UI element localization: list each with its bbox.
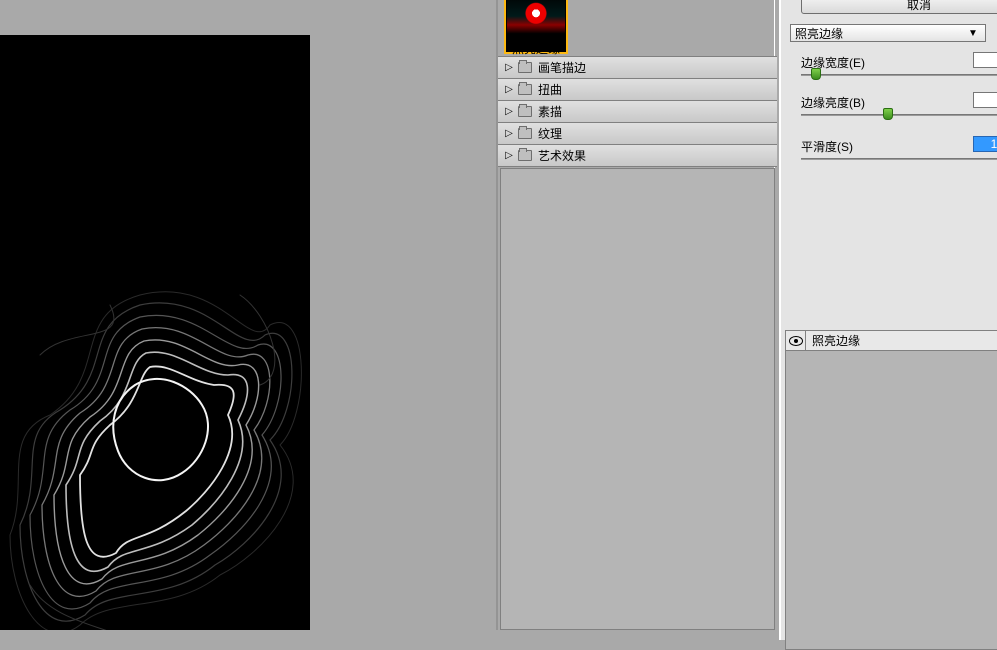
folder-icon (518, 128, 532, 139)
folder-artistic[interactable]: ▷ 艺术效果 (498, 145, 777, 167)
param-label: 边缘亮度(B) (801, 96, 865, 110)
param-smoothness: 平滑度(S) 15 (801, 138, 997, 155)
folder-icon (518, 84, 532, 95)
folder-texture[interactable]: ▷ 纹理 (498, 123, 777, 145)
eye-icon (789, 336, 803, 346)
filter-thumbnail-label: 照亮边缘 (504, 40, 568, 57)
folder-label: 艺术效果 (538, 147, 586, 164)
effect-layer-row[interactable]: 照亮边缘 (786, 331, 997, 351)
chevron-right-icon: ▷ (504, 128, 514, 139)
param-value-input[interactable]: 1 (973, 52, 997, 68)
folder-distort[interactable]: ▷ 扭曲 (498, 79, 777, 101)
param-label: 平滑度(S) (801, 140, 853, 154)
chevron-right-icon: ▷ (504, 62, 514, 73)
filter-gallery-panel: 照亮边缘 ▷ 画笔描边 ▷ 扭曲 ▷ 素描 ▷ 纹理 ▷ 艺术效果 (496, 0, 775, 630)
folder-icon (518, 150, 532, 161)
slider-track[interactable] (801, 114, 997, 116)
folder-icon (518, 62, 532, 73)
glowing-edges-preview (0, 235, 310, 630)
effect-layers-panel: 照亮边缘 (785, 330, 997, 650)
chevron-right-icon: ▷ (504, 106, 514, 117)
folder-brush-strokes[interactable]: ▷ 画笔描边 (498, 57, 777, 79)
effect-layer-label: 照亮边缘 (806, 332, 860, 349)
slider-track[interactable] (801, 74, 997, 76)
filter-settings-panel: 取消 照亮边缘 ▼ 边缘宽度(E) 1 边缘亮度(B) 8 平滑度(S) 15 … (779, 0, 997, 640)
folder-icon (518, 106, 532, 117)
cancel-button-label: 取消 (907, 0, 931, 13)
visibility-toggle[interactable] (786, 331, 806, 351)
folder-label: 纹理 (538, 125, 562, 142)
filter-tree-empty-area (500, 168, 775, 630)
folder-label: 素描 (538, 103, 562, 120)
effect-selector-dropdown[interactable]: 照亮边缘 ▼ (790, 24, 986, 42)
slider-track[interactable] (801, 158, 997, 160)
slider-thumb[interactable] (883, 108, 893, 120)
effect-selector-label: 照亮边缘 (795, 25, 843, 42)
cancel-button[interactable]: 取消 (801, 0, 997, 14)
folder-label: 画笔描边 (538, 59, 586, 76)
folder-sketch[interactable]: ▷ 素描 (498, 101, 777, 123)
chevron-right-icon: ▷ (504, 150, 514, 161)
chevron-down-icon: ▼ (965, 28, 981, 39)
preview-canvas (0, 35, 310, 630)
folder-label: 扭曲 (538, 81, 562, 98)
param-edge-width: 边缘宽度(E) 1 (801, 54, 997, 71)
param-value-input[interactable]: 15 (973, 136, 997, 152)
slider-thumb[interactable] (811, 68, 821, 80)
chevron-right-icon: ▷ (504, 84, 514, 95)
param-edge-brightness: 边缘亮度(B) 8 (801, 94, 997, 111)
param-value-input[interactable]: 8 (973, 92, 997, 108)
